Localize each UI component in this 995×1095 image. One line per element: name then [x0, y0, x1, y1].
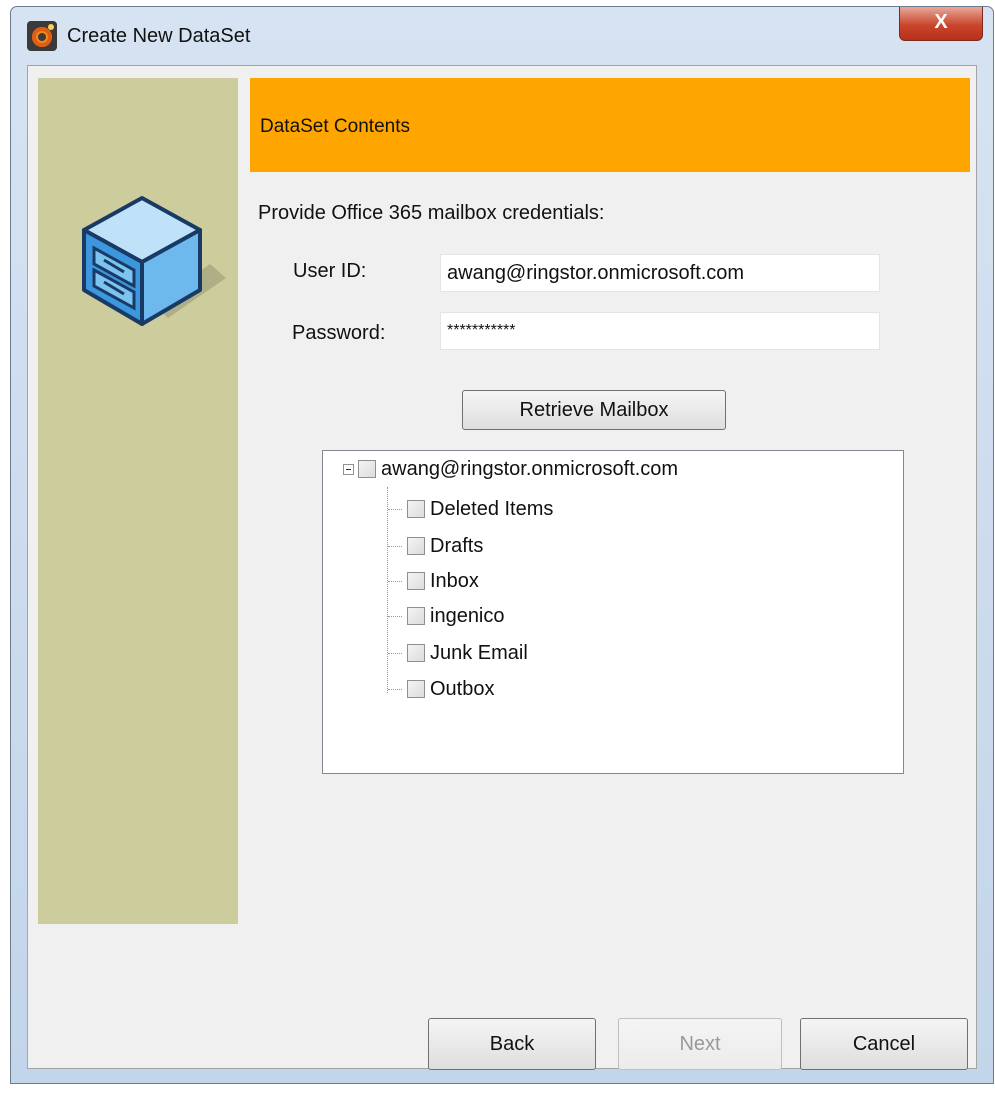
tree-item-label: ingenico: [430, 604, 505, 627]
tree-branch-line: [388, 653, 402, 654]
password-label: Password:: [292, 322, 386, 344]
folder-checkbox[interactable]: [407, 607, 425, 625]
root-checkbox[interactable]: [358, 460, 376, 478]
title-bar[interactable]: Create New DataSet X: [11, 7, 993, 67]
folder-checkbox[interactable]: [407, 500, 425, 518]
retrieve-mailbox-button[interactable]: Retrieve Mailbox: [462, 390, 726, 430]
file-cabinet-icon: [82, 196, 226, 326]
tree-root-row[interactable]: awang@ringstor.onmicrosoft.com: [343, 455, 678, 483]
tree-item[interactable]: ingenico: [407, 602, 505, 630]
tree-item-label: Deleted Items: [430, 497, 554, 520]
tree-item-label: Drafts: [430, 534, 484, 557]
password-field[interactable]: [440, 312, 880, 350]
tree-item[interactable]: Outbox: [407, 675, 494, 703]
dialog-window: Create New DataSet X DataSet Contents Pr…: [10, 6, 994, 1084]
tree-branch-line: [388, 509, 402, 510]
section-title: DataSet Contents: [260, 116, 410, 137]
dialog-content: DataSet Contents Provide Office 365 mail…: [27, 65, 977, 1070]
tree-item-label: Outbox: [430, 677, 495, 700]
back-button[interactable]: Back: [428, 1018, 596, 1070]
mailbox-tree[interactable]: awang@ringstor.onmicrosoft.com Deleted I…: [322, 450, 904, 774]
app-logo-icon: [27, 21, 57, 51]
tree-guide-line: [387, 487, 388, 693]
collapse-minus-icon[interactable]: [343, 463, 354, 475]
tree-branch-line: [388, 581, 402, 582]
window-title: Create New DataSet: [67, 25, 251, 47]
next-button[interactable]: Next: [618, 1018, 782, 1070]
folder-checkbox[interactable]: [407, 537, 425, 555]
cancel-button[interactable]: Cancel: [800, 1018, 968, 1070]
tree-item[interactable]: Drafts: [407, 532, 483, 560]
user-id-label: User ID:: [293, 260, 367, 282]
tree-branch-line: [388, 546, 402, 547]
folder-checkbox[interactable]: [407, 572, 425, 590]
section-header: DataSet Contents: [250, 78, 970, 172]
side-panel: [38, 78, 238, 924]
tree-item-label: Inbox: [430, 569, 479, 592]
folder-checkbox[interactable]: [407, 680, 425, 698]
tree-item[interactable]: Junk Email: [407, 639, 528, 667]
instructions-text: Provide Office 365 mailbox credentials:: [258, 202, 605, 224]
tree-branch-line: [388, 616, 402, 617]
folder-checkbox[interactable]: [407, 644, 425, 662]
user-id-field[interactable]: [440, 254, 880, 292]
tree-item[interactable]: Deleted Items: [407, 495, 553, 523]
close-button[interactable]: X: [899, 7, 983, 41]
tree-root-label: awang@ringstor.onmicrosoft.com: [381, 457, 679, 480]
tree-branch-line: [388, 689, 402, 690]
tree-item[interactable]: Inbox: [407, 567, 479, 595]
tree-item-label: Junk Email: [430, 641, 528, 664]
